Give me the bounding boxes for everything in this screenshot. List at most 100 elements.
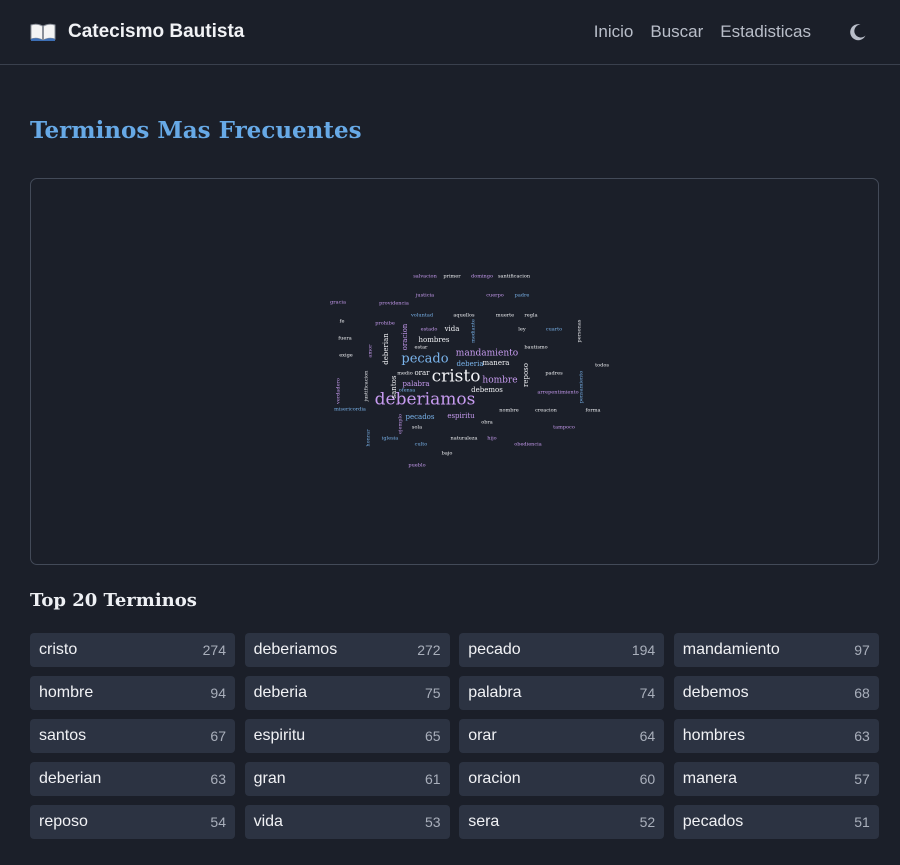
term-count: 74 [639, 685, 656, 701]
term-count: 75 [425, 685, 441, 701]
cloud-word: deberian [382, 333, 390, 365]
cloud-word: mandamiento [456, 349, 518, 359]
cloud-word: arrepentimiento [537, 390, 578, 396]
cloud-word: hijo [487, 436, 496, 442]
term-count: 52 [639, 814, 656, 830]
term-card[interactable]: espiritu 65 [244, 719, 450, 753]
term-card[interactable]: cristo 274 [30, 633, 235, 667]
term-word: vida [253, 813, 283, 830]
cloud-word: obediencia [514, 442, 542, 448]
term-word: pecado [468, 641, 521, 658]
cloud-word: forma [586, 408, 601, 414]
cloud-word: sola [412, 425, 422, 431]
term-count: 57 [854, 771, 870, 787]
term-card[interactable]: debemos 68 [673, 676, 879, 710]
term-word: reposo [39, 813, 88, 830]
term-word: deberiamos [253, 641, 338, 658]
cloud-word: amor [368, 344, 374, 358]
term-card[interactable]: oracion 60 [459, 762, 665, 796]
term-word: orar [468, 727, 497, 744]
term-count: 68 [854, 685, 870, 701]
cloud-word: mediante [471, 319, 477, 343]
term-card[interactable]: santos 67 [30, 719, 235, 753]
cloud-word: justicia [415, 293, 434, 299]
term-card[interactable]: palabra 74 [459, 676, 665, 710]
term-count: 64 [639, 728, 656, 744]
term-card[interactable]: reposo 54 [30, 805, 235, 839]
cloud-word: cuerpo [486, 293, 504, 299]
term-card[interactable]: orar 64 [459, 719, 665, 753]
brand-title: Catecismo Bautista [68, 21, 245, 42]
cloud-word: espiritu [447, 412, 475, 420]
cloud-word: creacion [535, 408, 558, 414]
cloud-word: exige [339, 353, 353, 359]
nav-link-inicio[interactable]: Inicio [594, 22, 634, 42]
term-count: 67 [210, 728, 226, 744]
term-card[interactable]: deberian 63 [30, 762, 235, 796]
term-count: 194 [631, 642, 656, 658]
term-word: hombre [39, 684, 94, 701]
term-word: espiritu [253, 727, 306, 744]
term-card[interactable]: pecado 194 [459, 633, 665, 667]
cloud-word: padres [545, 371, 563, 377]
cloud-word: muerte [496, 313, 514, 319]
cloud-word: fuera [338, 336, 351, 342]
term-word: hombres [682, 727, 746, 744]
term-count: 61 [425, 771, 441, 787]
theme-toggle-button[interactable] [846, 20, 870, 44]
term-word: oracion [468, 770, 521, 787]
nav-link-buscar[interactable]: Buscar [650, 22, 703, 42]
term-card[interactable]: mandamiento 97 [673, 633, 879, 667]
cloud-word: santos [390, 375, 398, 398]
cloud-word: pecados [405, 413, 434, 421]
top-terms-grid: cristo 274 deberiamos 272 pecado 194 mandamien… [30, 633, 879, 839]
cloud-word: oracion [401, 323, 409, 350]
term-card[interactable]: vida 53 [244, 805, 450, 839]
term-card[interactable]: deberiamos 272 [244, 633, 450, 667]
term-card[interactable]: pecados 51 [673, 805, 879, 839]
term-card[interactable]: hombre 94 [30, 676, 235, 710]
nav-link-estadisticas[interactable]: Estadisticas [720, 22, 811, 42]
cloud-word: iglesia [382, 436, 399, 442]
cloud-word: cristo [432, 367, 481, 387]
term-count: 63 [210, 771, 226, 787]
term-count: 51 [854, 814, 870, 830]
term-count: 274 [202, 642, 226, 658]
word-cloud-panel: deberiamos cristo pecado mandamiento hombre d… [30, 178, 879, 565]
open-book-icon [30, 22, 56, 42]
term-word: gran [253, 770, 286, 787]
term-count: 53 [425, 814, 441, 830]
cloud-word: ley [518, 327, 526, 333]
cloud-word: primer [443, 274, 461, 280]
cloud-word: providencia [379, 301, 409, 307]
term-word: debemos [682, 684, 749, 701]
term-card[interactable]: sera 52 [459, 805, 665, 839]
cloud-word: padre [515, 293, 530, 299]
cloud-word: tampoco [553, 425, 575, 431]
term-count: 272 [417, 642, 441, 658]
term-word: pecados [682, 813, 744, 830]
cloud-word: nombre [499, 408, 519, 414]
cloud-word: gracia [330, 300, 346, 306]
brand[interactable]: Catecismo Bautista [30, 21, 244, 43]
term-card[interactable]: manera 57 [673, 762, 879, 796]
term-card[interactable]: deberia 75 [244, 676, 450, 710]
cloud-word: pecado [401, 352, 448, 367]
cloud-word: voluntad [410, 313, 434, 319]
navbar: Catecismo Bautista Inicio Buscar Estadis… [0, 0, 900, 65]
cloud-word: cuarto [546, 327, 562, 333]
cloud-word: honrar [366, 429, 372, 447]
moon-icon [850, 24, 866, 41]
cloud-word: regla [524, 313, 537, 319]
term-card[interactable]: hombres 63 [673, 719, 879, 753]
term-word: deberian [39, 770, 102, 787]
term-word: palabra [468, 684, 522, 701]
cloud-word: verdadero [336, 378, 342, 405]
cloud-word: hombre [482, 376, 517, 386]
cloud-word: domingo [471, 274, 493, 280]
term-card[interactable]: gran 61 [244, 762, 450, 796]
cloud-word: personas [577, 319, 583, 342]
cloud-word: debemos [471, 386, 503, 394]
top-terms-title: Top 20 Terminos [30, 590, 197, 611]
page-title: Terminos Mas Frecuentes [30, 117, 362, 144]
